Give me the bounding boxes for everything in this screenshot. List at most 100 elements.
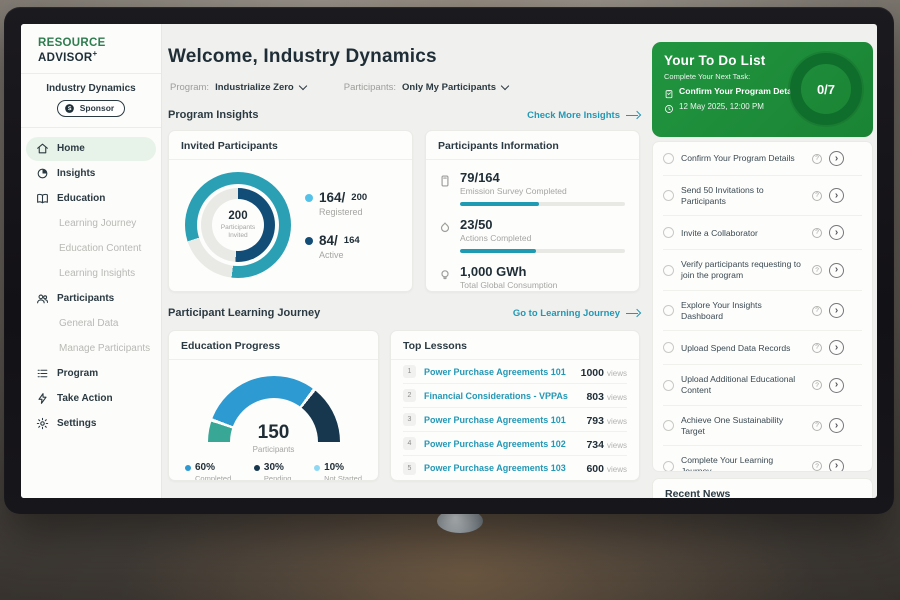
dashboard-screen: RESOURCE ADVISOR+ Industry Dynamics Spon… (21, 24, 877, 498)
lesson-title-link[interactable]: Power Purchase Agreements 101 (424, 415, 578, 425)
arrow-right-icon (626, 309, 640, 318)
task-label: Invite a Collaborator (681, 228, 805, 239)
lesson-views-count: 803 (586, 391, 604, 403)
education-icon (36, 192, 49, 205)
chevron-right-button[interactable] (829, 151, 844, 166)
stat-label: Actions Completed (460, 233, 625, 243)
donut-center-label: Participants Invited (216, 224, 260, 240)
chevron-right-button[interactable] (829, 303, 844, 318)
sidebar-item-label: Insights (57, 168, 95, 179)
program-filter-value: Industrialize Zero (215, 82, 294, 93)
clipboard-icon (664, 86, 674, 96)
org-name: Industry Dynamics (21, 74, 161, 100)
sidebar-item[interactable]: Education (26, 187, 156, 211)
help-icon[interactable] (812, 154, 822, 164)
chevron-right-button[interactable] (829, 459, 844, 472)
stat-label: Total Global Consumption (460, 280, 625, 290)
help-icon[interactable] (812, 306, 822, 316)
task-row[interactable]: Explore Your Insights Dashboard (663, 291, 862, 331)
task-row[interactable]: Invite a Collaborator (663, 216, 862, 250)
learning-journey-header: Participant Learning Journey Go to Learn… (168, 307, 640, 319)
top-lessons-card: Top Lessons 1 Power Purchase Agreements … (390, 330, 640, 481)
section-title: Participant Learning Journey (168, 307, 320, 319)
stat-value: 23/50 (460, 217, 625, 232)
lesson-title-link[interactable]: Power Purchase Agreements 103 (424, 463, 578, 473)
task-row[interactable]: Upload Additional Educational Content (663, 365, 862, 405)
stat-label: Emission Survey Completed (460, 186, 625, 196)
sidebar-item[interactable]: Program (26, 362, 156, 386)
chevron-right-button[interactable] (829, 418, 844, 433)
sidebar-item[interactable]: Settings (26, 412, 156, 436)
home-icon (36, 142, 49, 155)
task-row[interactable]: Complete Your Learning Journey (663, 446, 862, 472)
todo-datetime: 12 May 2025, 12:00 PM (679, 102, 764, 111)
go-to-learning-journey-link[interactable]: Go to Learning Journey (513, 308, 640, 319)
task-checkbox[interactable] (663, 461, 674, 472)
help-icon[interactable] (812, 343, 822, 353)
task-label: Achieve One Sustainability Target (681, 415, 805, 436)
task-row[interactable]: Confirm Your Program Details (663, 142, 862, 176)
chevron-right-button[interactable] (829, 378, 844, 393)
program-insights-header: Program Insights Check More Insights (168, 109, 640, 121)
check-more-insights-link[interactable]: Check More Insights (527, 110, 640, 121)
chevron-down-icon (298, 82, 306, 90)
task-checkbox[interactable] (663, 190, 674, 201)
brand-plus: + (93, 49, 98, 58)
task-row[interactable]: Send 50 Invitations to Participants (663, 176, 862, 216)
task-checkbox[interactable] (663, 420, 674, 431)
filter-bar: Program: Industrialize Zero Participants… (170, 82, 508, 93)
lesson-title-link[interactable]: Power Purchase Agreements 102 (424, 439, 578, 449)
sidebar-item[interactable]: Manage Participants (26, 337, 156, 361)
task-row[interactable]: Achieve One Sustainability Target (663, 406, 862, 446)
invited-donut-chart: 200 Participants Invited (185, 172, 291, 278)
todo-progress-ring: 0/7 (790, 53, 862, 125)
card-title: Participants Information (426, 131, 639, 160)
chevron-right-button[interactable] (829, 225, 844, 240)
chevron-right-button[interactable] (829, 340, 844, 355)
help-icon[interactable] (812, 421, 822, 431)
lesson-title-link[interactable]: Power Purchase Agreements 101 (424, 367, 573, 377)
help-icon[interactable] (812, 228, 822, 238)
sponsor-icon (64, 103, 75, 114)
stat-row: 23/50 Actions Completed (438, 217, 625, 253)
progress-bar (460, 202, 625, 206)
task-checkbox[interactable] (663, 227, 674, 238)
task-checkbox[interactable] (663, 153, 674, 164)
task-checkbox[interactable] (663, 380, 674, 391)
sidebar-item[interactable]: Learning Journey (26, 212, 156, 236)
sidebar-item-label: Take Action (57, 393, 113, 404)
help-icon[interactable] (812, 265, 822, 275)
sidebar-item[interactable]: General Data (26, 312, 156, 336)
sidebar-item[interactable]: Insights (26, 162, 156, 186)
participants-filter[interactable]: Participants: Only My Participants (344, 82, 508, 93)
sidebar-item[interactable]: Home (26, 137, 156, 161)
chevron-right-button[interactable] (829, 188, 844, 203)
lesson-rank-badge: 5 (403, 462, 416, 475)
task-row[interactable]: Verify participants requesting to join t… (663, 250, 862, 290)
settings-icon (36, 417, 49, 430)
task-row[interactable]: Upload Spend Data Records (663, 331, 862, 365)
program-filter[interactable]: Program: Industrialize Zero (170, 82, 306, 93)
sidebar-item[interactable]: Participants (26, 287, 156, 311)
task-checkbox[interactable] (663, 265, 674, 276)
help-icon[interactable] (812, 461, 822, 471)
chevron-right-button[interactable] (829, 263, 844, 278)
participants-filter-value: Only My Participants (402, 82, 496, 93)
legend-item: 30% Pending (254, 462, 292, 481)
stat-row: 1,000 GWh Total Global Consumption (438, 264, 625, 290)
room-background: RESOURCE ADVISOR+ Industry Dynamics Spon… (0, 0, 900, 600)
legend-dot-icon (305, 237, 313, 245)
actions-icon (438, 221, 452, 235)
sidebar-item[interactable]: Learning Insights (26, 262, 156, 286)
todo-list-panel: Your To Do List Complete Your Next Task:… (652, 42, 873, 137)
task-checkbox[interactable] (663, 342, 674, 353)
task-checkbox[interactable] (663, 305, 674, 316)
lesson-views-count: 600 (586, 463, 604, 475)
help-icon[interactable] (812, 191, 822, 201)
help-icon[interactable] (812, 380, 822, 390)
lesson-title-link[interactable]: Financial Considerations - VPPAs (424, 391, 578, 401)
arrow-right-icon (626, 111, 640, 120)
sidebar-item[interactable]: Take Action (26, 387, 156, 411)
education-gauge-chart: 150 Participants (208, 376, 340, 442)
sidebar-item[interactable]: Education Content (26, 237, 156, 261)
